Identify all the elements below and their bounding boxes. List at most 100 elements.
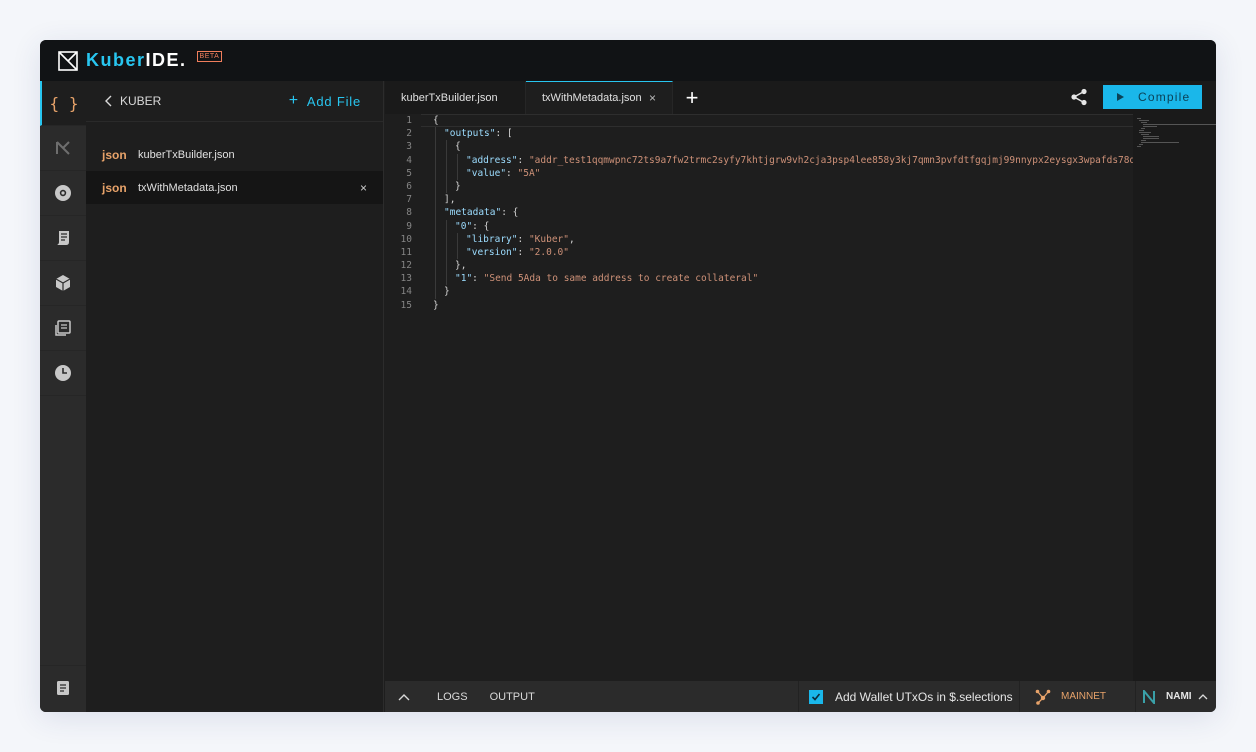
line-number: 14 <box>400 286 412 298</box>
activity-documents[interactable] <box>40 306 86 351</box>
wallet-utxos-label: Add Wallet UTxOs in $.selections <box>835 689 1013 704</box>
code-line[interactable]: 2 "outputs": [ <box>385 127 1133 141</box>
code-line[interactable]: 15} <box>385 299 1133 312</box>
current-line-highlight <box>421 114 1133 128</box>
tab-kubertxbuilder[interactable]: kuberTxBuilder.json <box>385 81 526 114</box>
line-number: 3 <box>406 141 412 153</box>
code-line[interactable]: 8 "metadata": { <box>385 206 1133 220</box>
chevron-left-icon <box>105 95 112 107</box>
share-icon[interactable] <box>1070 88 1088 106</box>
minimap[interactable] <box>1133 114 1216 681</box>
activity-kuber[interactable] <box>40 126 86 171</box>
line-number: 11 <box>400 246 412 258</box>
add-file-button[interactable]: + Add File <box>289 92 361 110</box>
code-line[interactable]: 7], <box>385 193 1133 207</box>
back-button[interactable]: KUBER <box>104 94 161 108</box>
code-line[interactable]: 1{ <box>385 114 1133 128</box>
code-line[interactable]: 14} <box>385 285 1133 299</box>
indent-guide <box>446 179 447 194</box>
tab-output[interactable]: OUTPUT <box>490 691 535 703</box>
kuber-icon <box>56 141 70 155</box>
tab-label: kuberTxBuilder.json <box>401 91 498 104</box>
code-line[interactable]: 11 "version": "2.0.0" <box>385 245 1133 260</box>
checkmark-icon <box>811 692 821 701</box>
close-icon[interactable]: × <box>360 181 367 195</box>
indent-guide <box>435 153 436 167</box>
code-line[interactable]: 4 "address": "addr_test1qqmwpnc72ts9a7fw2… <box>385 153 1164 167</box>
code-line[interactable]: 12}, <box>385 259 1133 273</box>
wallet-selector[interactable]: NAMI <box>1135 681 1216 712</box>
app-logo-text: KuberIDE. <box>86 50 187 71</box>
minimap-line <box>1139 144 1143 145</box>
code-line[interactable]: 9 "0": { <box>385 219 1133 233</box>
json-punctuation: : <box>517 233 529 245</box>
compile-label: Compile <box>1138 90 1191 104</box>
json-string: "Send 5Ada to same address to create col… <box>483 273 759 285</box>
compile-button[interactable]: Compile <box>1103 85 1202 109</box>
wallet-utxos-checkbox[interactable] <box>809 689 823 704</box>
minimap-line <box>1139 130 1144 131</box>
network-selector[interactable]: MAINNET <box>1035 681 1127 712</box>
tab-logs[interactable]: LOGS <box>437 691 468 703</box>
code-text: "value": "5A" <box>466 167 540 180</box>
kuber-logo-icon <box>58 50 78 71</box>
network-icon <box>1035 689 1051 705</box>
expand-panel-button[interactable] <box>385 693 423 701</box>
json-punctuation: } <box>444 286 450 298</box>
json-punctuation: : { <box>501 207 519 219</box>
code-text: "address": "addr_test1qqmwpnc72ts9a7fw2t… <box>466 154 1164 167</box>
code-line[interactable]: 5 "value": "5A" <box>385 166 1133 180</box>
code-line[interactable]: 3{ <box>385 140 1133 154</box>
indent-guide <box>446 153 447 167</box>
file-type-label: json <box>102 147 127 162</box>
minimap-line <box>1137 118 1141 119</box>
activity-cube[interactable] <box>40 261 86 306</box>
indent-guide <box>435 179 436 194</box>
indent-guide <box>446 245 447 260</box>
wallet-label: NAMI <box>1166 691 1192 702</box>
json-punctuation: }, <box>455 260 467 272</box>
code-text: } <box>455 180 461 193</box>
close-icon[interactable]: × <box>649 91 656 105</box>
file-item-txwithmetadata[interactable]: json txWithMetadata.json × <box>86 171 383 204</box>
play-icon <box>1117 93 1124 101</box>
file-name: kuberTxBuilder.json <box>138 148 235 161</box>
code-line[interactable]: 6} <box>385 179 1133 194</box>
activity-files[interactable]: { } <box>40 81 86 126</box>
code-text: ], <box>444 193 455 206</box>
indent-guide <box>457 153 458 167</box>
activity-at[interactable] <box>40 171 86 216</box>
explorer-header: KUBER + Add File <box>86 81 383 122</box>
code-line[interactable]: 10 "library": "Kuber", <box>385 232 1133 246</box>
code-text: "1": "Send 5Ada to same address to creat… <box>455 272 758 285</box>
editor-area: kuberTxBuilder.json txWithMetadata.json … <box>385 81 1216 681</box>
json-punctuation: : { <box>472 220 490 232</box>
line-number: 7 <box>406 194 412 206</box>
activity-notes[interactable] <box>40 665 86 710</box>
code-text: { <box>455 140 461 153</box>
code-line[interactable]: 13 "1": "Send 5Ada to same address to cre… <box>385 272 1133 286</box>
code-text: } <box>433 299 439 312</box>
minimap-line <box>1141 142 1179 143</box>
line-number: 9 <box>406 220 412 232</box>
code-editor[interactable]: 1{2 "outputs": [3{4 "address": "addr_test1… <box>385 114 1164 681</box>
wallet-utxos-option[interactable]: Add Wallet UTxOs in $.selections <box>798 681 1020 712</box>
json-key: "address" <box>466 154 518 166</box>
activity-history[interactable] <box>40 351 86 396</box>
tab-label: txWithMetadata.json <box>542 92 642 104</box>
new-tab-button[interactable]: + <box>673 81 711 114</box>
file-type-label: json <box>102 180 127 195</box>
line-number: 12 <box>400 260 412 272</box>
json-key: "1" <box>455 273 473 285</box>
json-string: "Kuber" <box>528 233 569 245</box>
bottom-panel-bar: LOGS OUTPUT Add Wallet UTxOs in $.select… <box>385 681 1216 712</box>
line-number: 4 <box>406 154 412 166</box>
file-item-kubertxbuilder[interactable]: json kuberTxBuilder.json <box>86 138 383 171</box>
code-text: } <box>444 285 450 298</box>
minimap-line <box>1141 134 1149 135</box>
activity-scroll[interactable] <box>40 216 86 261</box>
plus-icon: + <box>288 92 299 109</box>
minimap-line <box>1143 138 1159 139</box>
cube-icon <box>55 275 71 291</box>
tab-txwithmetadata[interactable]: txWithMetadata.json × <box>526 81 673 114</box>
